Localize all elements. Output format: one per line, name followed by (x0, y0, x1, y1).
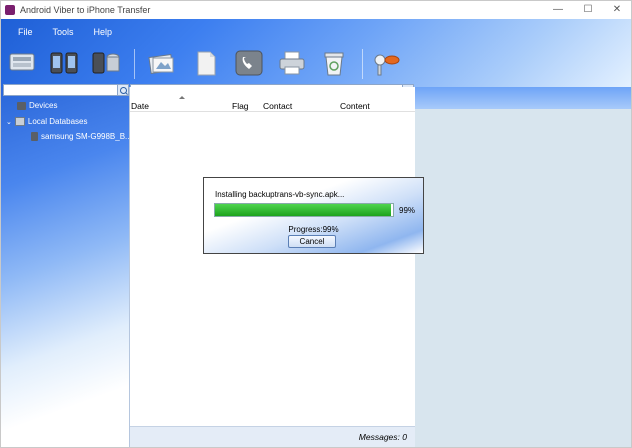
progress-label: Progress:99% (288, 225, 339, 234)
minimize-button[interactable]: — (546, 3, 570, 17)
progress-message: Installing backuptrans-vb-sync.apk... (215, 190, 345, 199)
progress-percent: 99% (399, 206, 416, 215)
export-icon[interactable] (147, 47, 177, 79)
menu-tools[interactable]: Tools (50, 27, 77, 37)
database-icon[interactable] (91, 47, 121, 79)
collapse-arrow-icon[interactable]: ⌄ (6, 119, 12, 126)
menu-help[interactable]: Help (91, 27, 116, 37)
menu-bar: File Tools Help (15, 27, 115, 37)
progress-bar (214, 203, 394, 217)
column-contact[interactable]: Contact (263, 101, 292, 111)
document-icon[interactable] (191, 47, 221, 79)
toolbar-area: File Tools Help (1, 19, 631, 87)
phone-db-icon (31, 132, 38, 142)
window-title: Android Viber to iPhone Transfer (20, 5, 151, 15)
progress-fill (215, 204, 392, 216)
column-header: Date Flag Contact Content (130, 96, 415, 112)
app-window: Android Viber to iPhone Transfer — ☐ ✕ F… (0, 0, 632, 448)
close-button[interactable]: ✕ (605, 3, 629, 17)
progress-dialog: Installing backuptrans-vb-sync.apk... 99… (203, 177, 424, 254)
detail-pane (415, 87, 631, 447)
detail-header (415, 87, 631, 109)
messages-count: Messages: 0 (358, 432, 407, 442)
column-flag[interactable]: Flag (232, 101, 249, 111)
key-icon[interactable] (371, 47, 401, 79)
sort-arrow-icon (179, 96, 185, 99)
search-icon[interactable] (117, 84, 129, 96)
toolbar-separator (134, 49, 135, 79)
tree-item-local-databases[interactable]: ⌄ Local Databases (6, 117, 87, 127)
maximize-button[interactable]: ☐ (576, 3, 600, 17)
toolbar-separator (362, 49, 363, 79)
status-bar: Messages: 0 (130, 426, 415, 447)
device-search-input[interactable] (3, 84, 129, 96)
devices-icon (17, 101, 26, 110)
message-list-pane: Date Flag Contact Content Messages: 0 (129, 87, 416, 447)
cancel-button[interactable]: Cancel (288, 235, 336, 248)
call-icon[interactable] (234, 47, 264, 79)
column-content[interactable]: Content (340, 101, 370, 111)
column-date[interactable]: Date (131, 101, 149, 111)
print-icon[interactable] (277, 47, 307, 79)
trash-icon[interactable] (319, 47, 349, 79)
tree-item-device[interactable]: samsung SM-G998B_B... (31, 132, 132, 142)
title-bar: Android Viber to iPhone Transfer — ☐ ✕ (1, 1, 631, 19)
viber-app-icon (5, 5, 15, 15)
tree-item-devices[interactable]: Devices (17, 101, 57, 110)
transfer-phone-icon[interactable] (49, 47, 79, 79)
backup-icon[interactable] (7, 47, 37, 79)
database-tree-icon (14, 117, 25, 127)
menu-file[interactable]: File (15, 27, 36, 37)
